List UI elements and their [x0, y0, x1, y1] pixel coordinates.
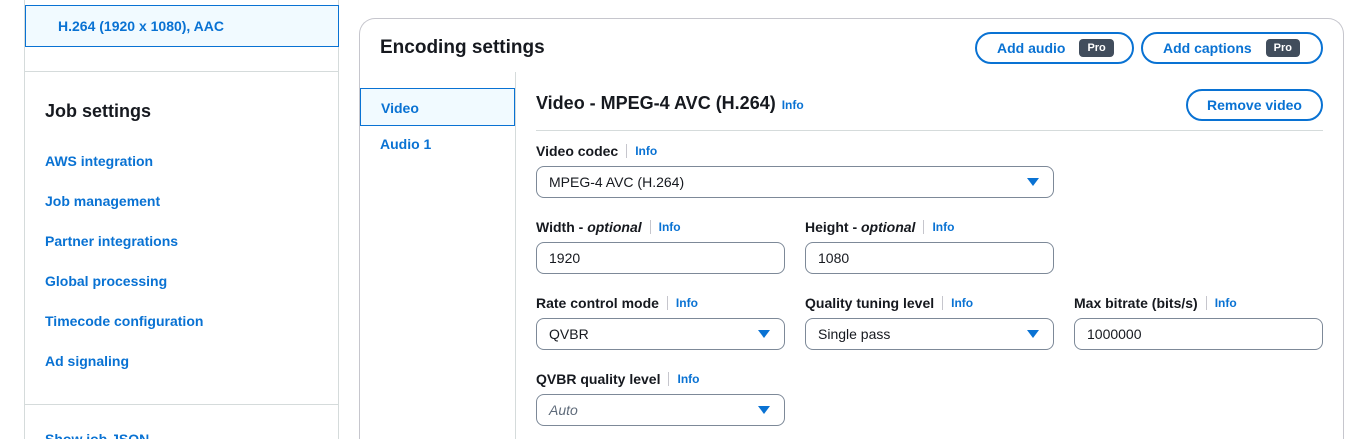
link-show-job-json[interactable]: Show job JSON	[45, 431, 149, 439]
tab-audio-1[interactable]: Audio 1	[360, 125, 515, 163]
output-item-selected[interactable]: H.264 (1920 x 1080), AAC	[25, 5, 339, 47]
info-link[interactable]: Info	[659, 220, 681, 234]
video-section-title: Video - MPEG-4 AVC (H.264) Info	[536, 93, 804, 114]
add-audio-button[interactable]: Add audio Pro	[975, 32, 1134, 64]
rate-control-value: QVBR	[549, 326, 589, 342]
label-text: Quality tuning level	[805, 295, 935, 311]
height-label: Height - optional Info	[805, 219, 954, 235]
quality-tuning-label: Quality tuning level Info	[805, 295, 973, 311]
label-text: Height -	[805, 219, 858, 235]
add-audio-label: Add audio	[997, 40, 1066, 56]
link-partner-integrations[interactable]: Partner integrations	[45, 233, 178, 249]
divider	[25, 404, 339, 405]
job-settings-heading: Job settings	[45, 101, 152, 121]
add-captions-button[interactable]: Add captions Pro	[1141, 32, 1323, 64]
optional-text: optional	[587, 219, 642, 235]
caret-down-icon	[758, 406, 770, 414]
optional-text: optional	[861, 219, 916, 235]
link-timecode-configuration[interactable]: Timecode configuration	[45, 313, 203, 329]
caret-down-icon	[1027, 330, 1039, 338]
rate-control-label: Rate control mode Info	[536, 295, 698, 311]
link-ad-signaling[interactable]: Ad signaling	[45, 353, 129, 369]
width-label: Width - optional Info	[536, 219, 681, 235]
track-tabs: Video Audio 1	[360, 72, 516, 439]
remove-video-button[interactable]: Remove video	[1186, 89, 1323, 121]
qvbr-level-placeholder: Auto	[549, 402, 578, 418]
link-job-management[interactable]: Job management	[45, 193, 160, 209]
caret-down-icon	[758, 330, 770, 338]
info-link[interactable]: Info	[932, 220, 954, 234]
video-codec-select[interactable]: MPEG-4 AVC (H.264)	[536, 166, 1054, 198]
job-sidebar: H.264 (1920 x 1080), AAC Job settings AW…	[24, 0, 339, 439]
video-title-text: Video - MPEG-4 AVC (H.264)	[536, 93, 776, 113]
label-text: Max bitrate (bits/s)	[1074, 295, 1198, 311]
link-aws-integration[interactable]: AWS integration	[45, 153, 153, 169]
video-codec-value: MPEG-4 AVC (H.264)	[549, 174, 685, 190]
qvbr-level-label: QVBR quality level Info	[536, 371, 699, 387]
info-link[interactable]: Info	[676, 296, 698, 310]
link-global-processing[interactable]: Global processing	[45, 273, 167, 289]
label-text: Video codec	[536, 143, 619, 159]
divider	[25, 71, 339, 72]
label-text: Rate control mode	[536, 295, 659, 311]
divider	[536, 130, 1323, 131]
info-link[interactable]: Info	[677, 372, 699, 386]
caret-down-icon	[1027, 178, 1039, 186]
rate-control-select[interactable]: QVBR	[536, 318, 785, 350]
pro-badge: Pro	[1079, 39, 1114, 57]
quality-tuning-select[interactable]: Single pass	[805, 318, 1054, 350]
encoding-settings-title: Encoding settings	[380, 37, 545, 58]
max-bitrate-input[interactable]: 1000000	[1074, 318, 1323, 350]
add-captions-label: Add captions	[1163, 40, 1252, 56]
max-bitrate-label: Max bitrate (bits/s) Info	[1074, 295, 1237, 311]
info-link[interactable]: Info	[1215, 296, 1237, 310]
quality-tuning-value: Single pass	[818, 326, 891, 342]
width-input[interactable]: 1920	[536, 242, 785, 274]
tab-video[interactable]: Video	[360, 88, 515, 126]
label-text: QVBR quality level	[536, 371, 661, 387]
encoding-settings-panel: Encoding settings Add audio Pro Add capt…	[359, 18, 1344, 439]
label-text: Width -	[536, 219, 584, 235]
height-input[interactable]: 1080	[805, 242, 1054, 274]
pro-badge: Pro	[1265, 39, 1301, 57]
qvbr-level-select[interactable]: Auto	[536, 394, 785, 426]
info-link[interactable]: Info	[782, 98, 804, 112]
info-link[interactable]: Info	[635, 144, 657, 158]
video-codec-label: Video codec Info	[536, 143, 657, 159]
info-link[interactable]: Info	[951, 296, 973, 310]
